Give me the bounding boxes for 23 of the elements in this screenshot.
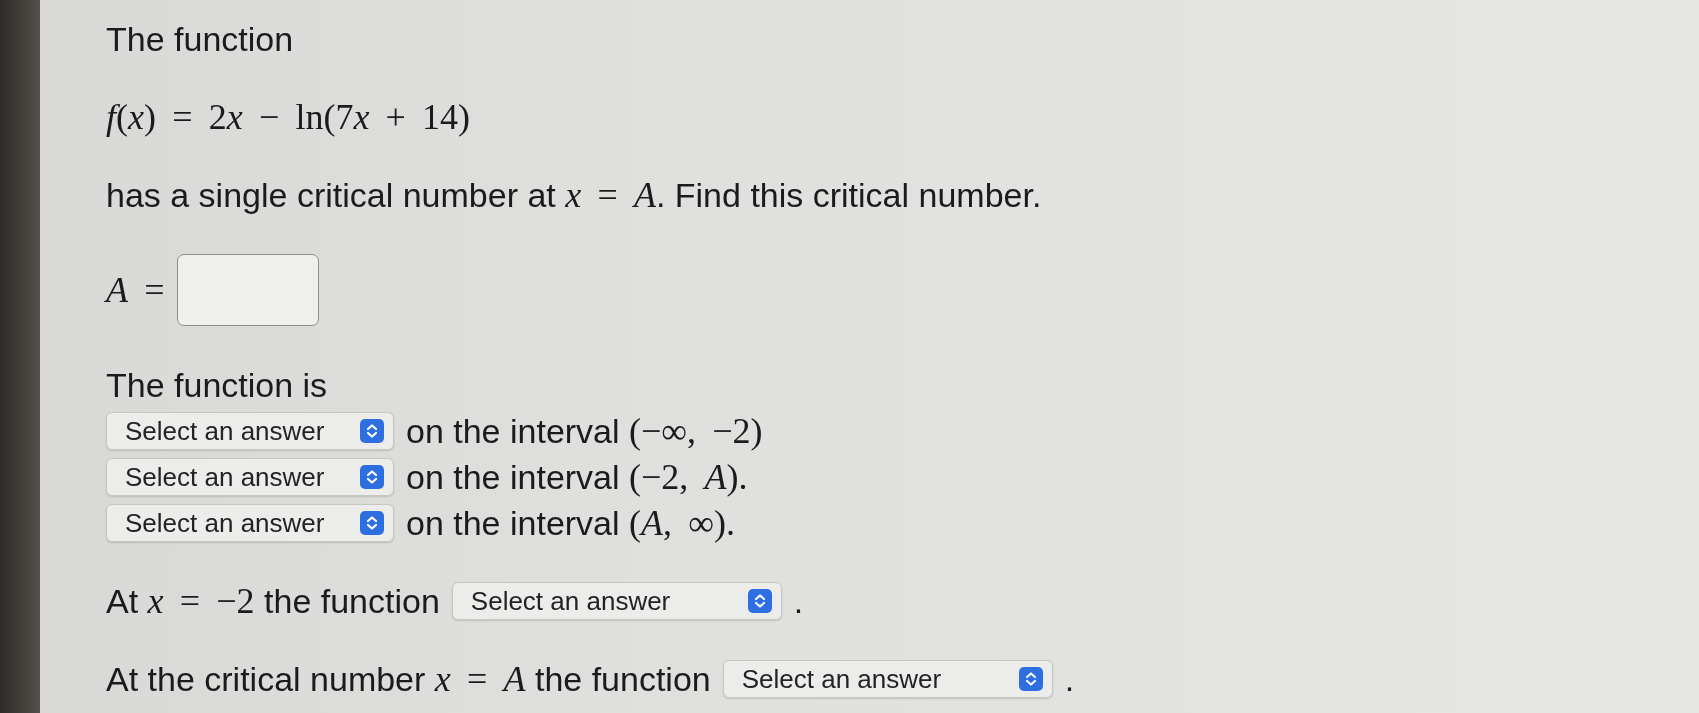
chevron-updown-icon [360,511,384,535]
question-text: . [793,582,804,620]
question-text: has a single critical number at x = A. Find this critical number. [106,176,1042,214]
answer-dropdown[interactable]: Select an answer [106,504,394,542]
question-text: on the interval (−∞, −2) [406,412,763,450]
question-text: The function [106,20,294,58]
question-text: on the interval (A, ∞). [406,504,735,542]
answer-dropdown[interactable]: Select an answer [106,458,394,496]
chevron-updown-icon [747,589,772,613]
math-expression: A = [106,271,165,309]
question-text: At the critical number x = A the function [106,660,711,698]
chevron-updown-icon [1018,667,1043,691]
math-expression: f(x) = 2x − ln(7x + 14) [106,98,471,136]
question-text: At x = −2 the function [106,582,440,620]
answer-dropdown[interactable]: Select an answer [451,582,782,620]
answer-dropdown[interactable]: Select an answer [722,660,1053,698]
chevron-updown-icon [360,465,384,489]
question-text: on the interval (−2, A). [406,458,748,496]
answer-dropdown[interactable]: Select an answer [106,412,394,450]
chevron-updown-icon [360,419,384,443]
question-text: . [1064,660,1075,698]
answer-box[interactable] [176,254,319,326]
question-text: The function is [106,366,328,404]
